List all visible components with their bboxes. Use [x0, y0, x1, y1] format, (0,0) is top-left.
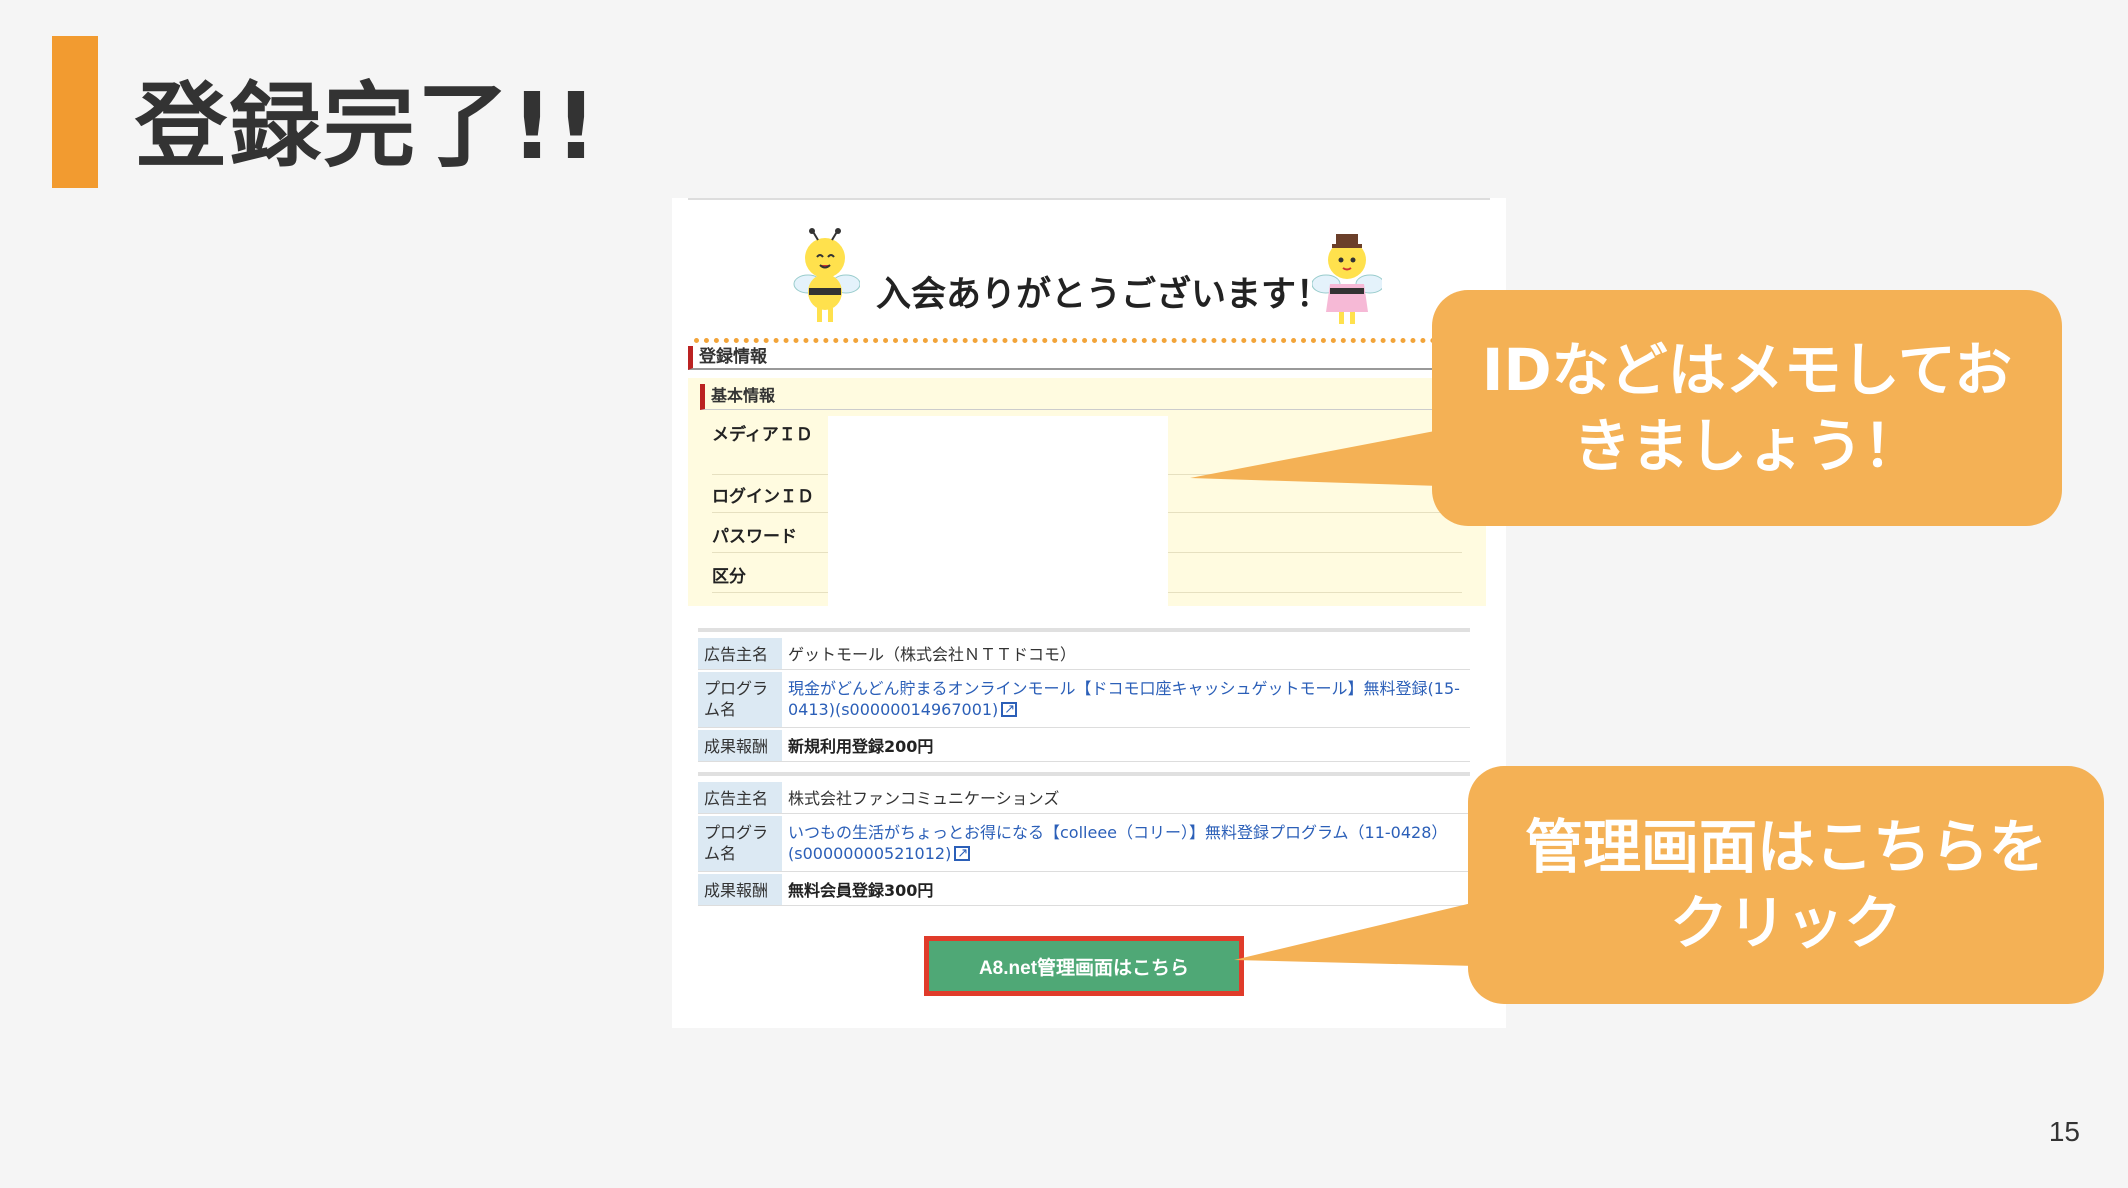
page-number: 15 [2048, 1116, 2080, 1147]
reward-label: 成果報酬 [698, 730, 782, 761]
dotted-divider [694, 338, 1466, 343]
external-link-icon[interactable] [954, 843, 971, 864]
callout-line: IDなどはメモしてお [1481, 336, 2013, 404]
welcome-message: 入会ありがとうございます！ [876, 275, 1332, 315]
password-label: パスワード [712, 527, 797, 547]
advertiser-value: ゲットモール（株式会社ＮＴＴドコモ） [788, 645, 1077, 664]
divider [688, 198, 1490, 200]
admin-panel-button[interactable]: A8.net管理画面はこちら [924, 936, 1244, 996]
reward-value: 新規利用登録200円 [788, 737, 934, 756]
program-label: プログラム名 [698, 672, 782, 727]
bee-mascot-icon [793, 228, 860, 322]
advertiser-label: 広告主名 [698, 638, 782, 669]
divider [698, 772, 1470, 776]
ad-info-table: 広告主名 ゲットモール（株式会社ＮＴＴドコモ） プログラム名 現金がどんどん貯ま… [698, 628, 1470, 762]
callout-line: 管理画面はこちらを [1524, 813, 2047, 881]
table-row: プログラム名 現金がどんどん貯まるオンラインモール【ドコモ口座キャッシュゲットモ… [698, 672, 1470, 728]
registration-complete-screenshot: 入会ありがとうございます！ 登録情報 基本情報 メディアＩＤ ログインＩＤ パス… [672, 198, 1506, 1028]
slide-title: 登録完了!! [135, 73, 599, 180]
external-link-icon[interactable] [1001, 699, 1018, 720]
category-label: 区分 [712, 567, 746, 587]
media-id-label: メディアＩＤ [712, 425, 813, 445]
advertiser-value: 株式会社ファンコミュニケーションズ [788, 789, 1060, 808]
table-row: 広告主名 ゲットモール（株式会社ＮＴＴドコモ） [698, 638, 1470, 670]
divider [698, 628, 1470, 632]
table-row: 広告主名 株式会社ファンコミュニケーションズ [698, 782, 1470, 814]
table-row: 成果報酬 新規利用登録200円 [698, 730, 1470, 762]
login-id-label: ログインＩＤ [712, 487, 814, 507]
program-link[interactable]: 現金がどんどん貯まるオンラインモール【ドコモ口座キャッシュゲットモール】無料登録… [788, 672, 1470, 720]
ad-info-table: 広告主名 株式会社ファンコミュニケーションズ プログラム名 いつもの生活がちょっ… [698, 772, 1470, 912]
basic-info-panel: 基本情報 メディアＩＤ ログインＩＤ パスワード 区分 [688, 378, 1486, 606]
table-row: 成果報酬 無料会員登録300円 [698, 874, 1470, 906]
memo-callout: IDなどはメモしてお きましょう！ [1432, 290, 2062, 526]
reward-value: 無料会員登録300円 [788, 881, 934, 900]
program-link-text[interactable]: 現金がどんどん貯まるオンラインモール【ドコモ口座キャッシュゲットモール】無料登録… [788, 679, 1460, 719]
program-link[interactable]: いつもの生活がちょっとお得になる【colleee（コリー）】無料登録プログラム（… [788, 816, 1470, 864]
callout-line: クリック [1669, 889, 1902, 957]
table-row: プログラム名 いつもの生活がちょっとお得になる【colleee（コリー）】無料登… [698, 816, 1470, 872]
bee-mascot-icon [1312, 234, 1382, 324]
advertiser-label: 広告主名 [698, 782, 782, 813]
section-heading: 登録情報 [688, 346, 1466, 370]
reward-label: 成果報酬 [698, 874, 782, 905]
callout-line: きましょう！ [1572, 412, 1921, 480]
basic-info-heading: 基本情報 [700, 384, 1462, 410]
title-accent-bar [52, 36, 98, 188]
program-label: プログラム名 [698, 816, 782, 871]
redacted-area [828, 416, 1168, 606]
program-link-text[interactable]: いつもの生活がちょっとお得になる【colleee（コリー）】無料登録プログラム（… [788, 823, 1447, 863]
welcome-banner: 入会ありがとうございます！ [672, 218, 1506, 343]
click-callout: 管理画面はこちらを クリック [1468, 766, 2104, 1004]
